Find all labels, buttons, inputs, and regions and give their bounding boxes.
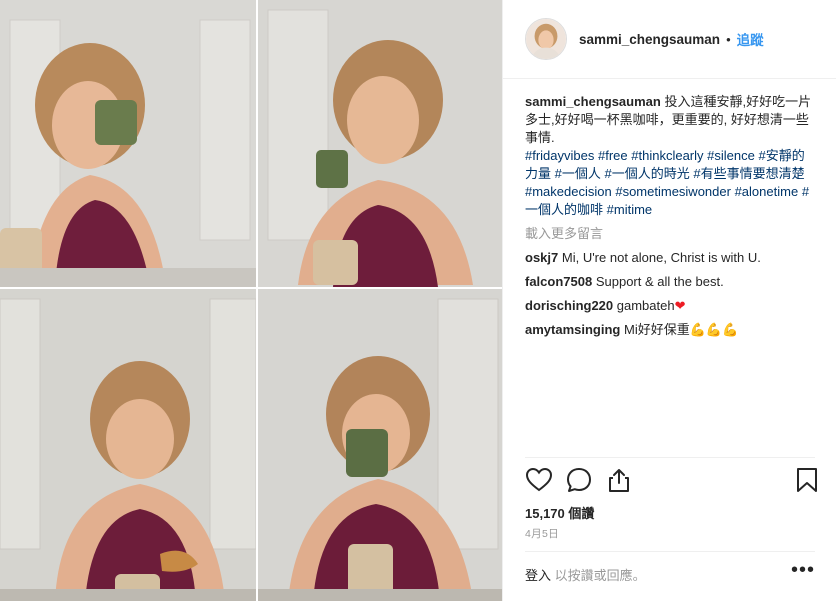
hashtag[interactable]: #alonetime [735,184,799,199]
comment-username[interactable]: dorisching220 [525,298,613,313]
comments-list: sammi_chengsauman 投入這種安靜,好好吃一片多士,好好喝一杯黑咖… [525,93,817,339]
photo-top-right [258,0,502,287]
heart-emoji-icon: ❤ [674,298,686,313]
hashtag[interactable]: #makedecision [525,184,612,199]
login-prompt-text: 以按讚或回應。 [551,568,646,583]
heart-icon[interactable] [525,466,553,494]
comment-username[interactable]: amytamsinging [525,322,620,337]
hashtag[interactable]: #thinkclearly [631,148,703,163]
post-side-panel: sammi_chengsauman • 追蹤 sammi_chengsauman… [502,0,836,601]
comment-item: falcon7508 Support & all the best. [525,273,817,291]
hashtag[interactable]: #一個人 [555,166,601,181]
hashtag[interactable]: #mitime [607,202,653,217]
divider [525,457,815,458]
login-link[interactable]: 登入 [525,568,551,583]
more-options-icon[interactable]: ••• [791,559,815,582]
post-actions [525,466,817,496]
comment-username[interactable]: falcon7508 [525,274,592,289]
post-date[interactable]: 4月5日 [525,526,559,541]
photo-bottom-left [0,289,256,601]
header-separator: • [726,31,731,47]
hashtag[interactable]: #free [598,148,628,163]
comment-item: amytamsinging Mi好好保重💪💪💪 [525,321,817,339]
photo-top-left [0,0,256,287]
hashtag[interactable]: #silence [707,148,755,163]
follow-button[interactable]: 追蹤 [737,29,764,49]
hashtag[interactable]: #sometimesiwonder [615,184,731,199]
hashtag[interactable]: #一個人的時光 [605,166,690,181]
divider [525,551,815,552]
post-caption: sammi_chengsauman 投入這種安靜,好好吃一片多士,好好喝一杯黑咖… [525,93,817,219]
flexed-biceps-emoji-icon: 💪💪💪 [689,322,739,337]
bookmark-icon[interactable] [793,466,821,494]
caption-username[interactable]: sammi_chengsauman [525,94,661,109]
hashtag[interactable]: #fridayvibes [525,148,594,163]
comment-text: gambateh [616,298,675,313]
load-more-comments-button[interactable]: 載入更多留言 [525,225,817,243]
post-media[interactable] [0,0,502,601]
comment-icon[interactable] [565,466,593,494]
post-header: sammi_chengsauman • 追蹤 [503,0,836,79]
comment-text: Mi, U're not alone, Christ is with U. [561,250,761,265]
share-icon[interactable] [605,466,633,494]
likes-count[interactable]: 15,170 個讚 [525,503,594,522]
instagram-post: sammi_chengsauman • 追蹤 sammi_chengsauman… [0,0,836,601]
comment-text: Mi好好保重 [623,322,690,337]
comment-item: oskj7 Mi, U're not alone, Christ is with… [525,249,817,267]
header-username[interactable]: sammi_chengsauman [579,32,720,47]
comment-username[interactable]: oskj7 [525,250,558,265]
avatar[interactable] [525,18,567,60]
comment-login-prompt: 登入 以按讚或回應。 ••• [525,559,817,587]
comment-item: dorisching220 gambateh❤ [525,297,817,315]
comment-text: Support & all the best. [595,274,724,289]
photo-bottom-right [258,289,502,601]
hashtag[interactable]: #有些事情要想清楚 [693,166,804,181]
